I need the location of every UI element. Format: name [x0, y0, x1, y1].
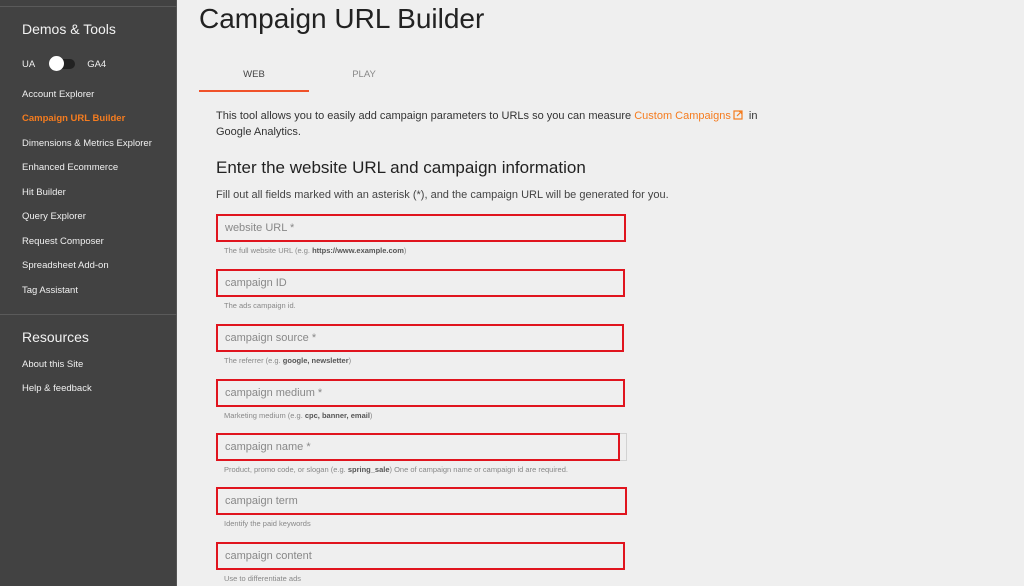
- campaign-id-field: The ads campaign id.: [216, 269, 625, 310]
- campaign-name-field: Product, promo code, or slogan (e.g. spr…: [216, 433, 620, 474]
- campaign-term-field: Identify the paid keywords: [216, 487, 627, 528]
- campaign-source-input[interactable]: [216, 324, 624, 352]
- campaign-content-hint: Use to differentiate ads: [224, 574, 625, 583]
- campaign-content-input[interactable]: [216, 542, 625, 570]
- sidebar-item-account-explorer[interactable]: Account Explorer: [22, 89, 94, 100]
- hint-text: Product, promo code, or slogan (e.g.: [224, 465, 348, 474]
- campaign-id-hint: The ads campaign id.: [224, 301, 625, 310]
- campaign-name-input[interactable]: [216, 433, 620, 461]
- hint-text: The ads campaign id.: [224, 301, 296, 310]
- hint-text-end: ): [348, 356, 352, 365]
- hint-text-end: ): [369, 411, 373, 420]
- website-url-hint: The full website URL (e.g. https://www.e…: [224, 246, 626, 255]
- required-fields-note: Fill out all fields marked with an aster…: [216, 189, 669, 201]
- sidebar-item-about-this-site[interactable]: About this Site: [22, 359, 83, 370]
- hint-text: Identify the paid keywords: [224, 519, 311, 528]
- sidebar-item-tag-assistant[interactable]: Tag Assistant: [22, 285, 78, 296]
- toggle-label-ua: UA: [22, 58, 36, 70]
- campaign-content-field: Use to differentiate ads: [216, 542, 625, 583]
- campaign-name-hint: Product, promo code, or slogan (e.g. spr…: [224, 465, 620, 474]
- hint-example: cpc, banner, email: [304, 411, 370, 420]
- custom-campaigns-link-label: Custom Campaigns: [634, 110, 731, 122]
- campaign-term-input[interactable]: [216, 487, 627, 515]
- sidebar-item-hit-builder[interactable]: Hit Builder: [22, 187, 66, 198]
- custom-campaigns-link[interactable]: Custom Campaigns: [634, 110, 746, 122]
- sidebar-section-resources: Resources: [22, 329, 89, 345]
- hint-text: Marketing medium (e.g.: [224, 411, 305, 420]
- sidebar-item-campaign-url-builder[interactable]: Campaign URL Builder: [22, 113, 125, 124]
- sidebar-divider: [0, 314, 177, 315]
- toggle-label-ga4: GA4: [87, 58, 107, 70]
- page-title: Campaign URL Builder: [199, 3, 485, 34]
- main-content: Campaign URL Builder WEB PLAY This tool …: [177, 0, 1024, 586]
- sidebar-item-help-feedback[interactable]: Help & feedback: [22, 383, 92, 394]
- intro-text: This tool allows you to easily add campa…: [216, 108, 776, 140]
- section-title: Enter the website URL and campaign infor…: [216, 158, 586, 177]
- website-url-field: The full website URL (e.g. https://www.e…: [216, 214, 626, 255]
- hint-text-end: ): [403, 246, 407, 255]
- sidebar-section-demos-tools: Demos & Tools: [22, 21, 116, 37]
- hint-example: https://www.example.com: [312, 246, 404, 255]
- campaign-medium-field: Marketing medium (e.g. cpc, banner, emai…: [216, 379, 625, 420]
- sidebar-item-dimensions-metrics-explorer[interactable]: Dimensions & Metrics Explorer: [22, 138, 152, 149]
- campaign-medium-input[interactable]: [216, 379, 625, 407]
- campaign-id-input[interactable]: [216, 269, 625, 297]
- platform-tabs: WEB PLAY: [199, 62, 419, 92]
- campaign-term-hint: Identify the paid keywords: [224, 519, 627, 528]
- hint-example: spring_sale: [347, 465, 390, 474]
- campaign-source-hint: The referrer (e.g. google, newsletter): [224, 356, 624, 365]
- hint-text-end: ) One of campaign name or campaign id ar…: [389, 465, 568, 474]
- intro-text-before: This tool allows you to easily add campa…: [216, 110, 635, 122]
- ua-ga4-toggle-row: UA GA4: [22, 56, 106, 72]
- hint-text: The referrer (e.g.: [224, 356, 283, 365]
- hint-example: google, newsletter: [282, 356, 349, 365]
- sidebar: Demos & Tools UA GA4 Account Explorer Ca…: [0, 0, 177, 586]
- campaign-source-field: The referrer (e.g. google, newsletter): [216, 324, 624, 365]
- website-url-input[interactable]: [216, 214, 626, 242]
- hint-text: Use to differentiate ads: [224, 574, 301, 583]
- sidebar-top-divider: [0, 6, 177, 7]
- tab-web[interactable]: WEB: [199, 62, 309, 92]
- ua-ga4-toggle-switch[interactable]: [49, 56, 76, 72]
- sidebar-item-enhanced-ecommerce[interactable]: Enhanced Ecommerce: [22, 162, 118, 173]
- sidebar-item-query-explorer[interactable]: Query Explorer: [22, 211, 86, 222]
- sidebar-item-request-composer[interactable]: Request Composer: [22, 236, 104, 247]
- hint-text: The full website URL (e.g.: [224, 246, 313, 255]
- tab-play[interactable]: PLAY: [309, 62, 419, 92]
- sidebar-item-spreadsheet-add-on[interactable]: Spreadsheet Add-on: [22, 260, 109, 271]
- external-link-icon: [733, 110, 743, 120]
- campaign-medium-hint: Marketing medium (e.g. cpc, banner, emai…: [224, 411, 625, 420]
